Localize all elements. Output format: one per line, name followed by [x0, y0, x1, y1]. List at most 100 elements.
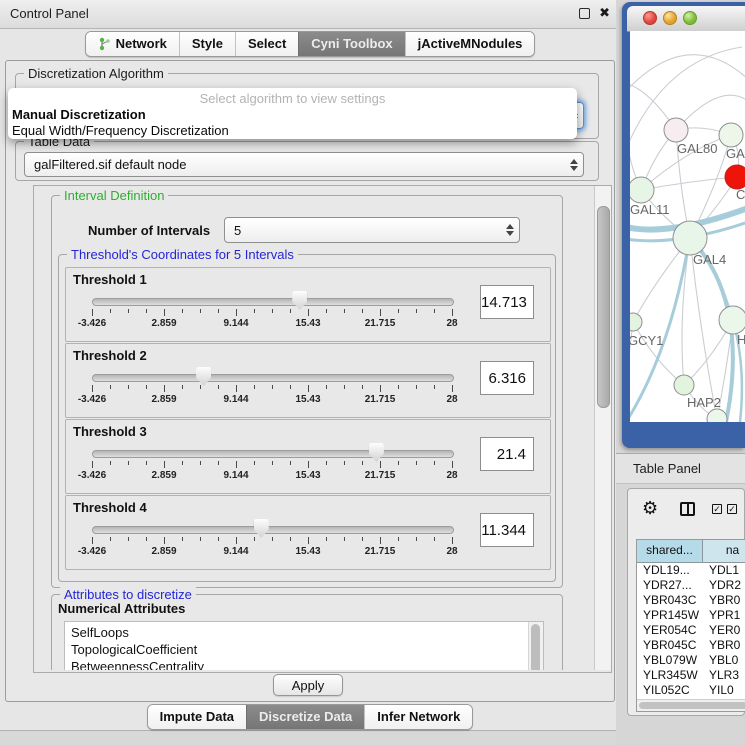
table-data-select[interactable]: galFiltered.sif default node [24, 152, 584, 177]
threshold-panel-1: Threshold 1-3.4262.8599.14415.4321.71528… [65, 267, 551, 342]
interval-definition-title: Interval Definition [60, 188, 168, 203]
tick-label: 2.859 [151, 470, 176, 481]
tick-label: 28 [446, 546, 457, 557]
table-row[interactable]: YDL19...YDL1 [637, 563, 745, 578]
table-row[interactable]: YBL079WYBL0 [637, 653, 745, 668]
slider-track[interactable] [92, 298, 454, 306]
table-row[interactable]: YER054CYER0 [637, 623, 745, 638]
node-label: H [737, 332, 745, 347]
tab-select[interactable]: Select [235, 32, 298, 56]
dropdown-option-manual[interactable]: Manual Discretization [8, 107, 577, 123]
slider-handle[interactable] [196, 367, 211, 386]
network-canvas[interactable]: GAL80GACGAL11GAL4GCY1HHAP2 [630, 31, 745, 422]
threshold-value-field[interactable]: 21.4 [480, 437, 534, 471]
minimize-traffic-light-icon[interactable] [663, 11, 677, 25]
tick-label: 28 [446, 470, 457, 481]
threshold-panel-4: Threshold 4-3.4262.8599.14415.4321.71528… [65, 495, 551, 570]
algorithm-group-title: Discretization Algorithm [24, 66, 168, 81]
table-cell: YBR0 [703, 593, 745, 608]
network-node[interactable] [719, 123, 743, 147]
table-cell: YIL052C [637, 683, 703, 698]
horizontal-scrollbar[interactable] [637, 699, 745, 711]
table-data-group: Table Data galFiltered.sif default node [15, 141, 599, 181]
tick-label: 9.144 [223, 470, 248, 481]
tick-label: 9.144 [223, 394, 248, 405]
slider-tick-labels: -3.4262.8599.14415.4321.71528 [92, 470, 452, 482]
dropdown-option-equal-width[interactable]: Equal Width/Frequency Discretization [8, 123, 577, 139]
tab-impute-data[interactable]: Impute Data [148, 705, 246, 729]
node-label: C [736, 187, 745, 202]
thresholds-group: Threshold's Coordinates for 5 Intervals … [58, 254, 556, 582]
slider-handle[interactable] [254, 519, 269, 538]
split-columns-icon[interactable] [680, 502, 695, 516]
table-row[interactable]: YLR345WYLR3 [637, 668, 745, 683]
threshold-value-field[interactable]: 14.713 [480, 285, 534, 319]
scrollbar-thumb[interactable] [597, 206, 610, 408]
close-traffic-light-icon[interactable] [643, 11, 657, 25]
table-panel-titlebar: Table Panel [616, 453, 745, 484]
tick-label: 2.859 [151, 546, 176, 557]
vertical-scrollbar[interactable] [594, 186, 611, 670]
threshold-label: Threshold 3 [73, 424, 147, 439]
threshold-value-field[interactable]: 11.344 [480, 513, 534, 547]
table-row[interactable]: YBR045CYBR0 [637, 638, 745, 653]
tick-label: 21.715 [365, 318, 396, 329]
bottom-tabstrip: Impute DataDiscretize DataInfer Network [0, 704, 620, 730]
threshold-value-field[interactable]: 6.316 [480, 361, 534, 395]
tab-style[interactable]: Style [179, 32, 235, 56]
table-cell: YBR0 [703, 638, 745, 653]
slider-track[interactable] [92, 526, 454, 534]
tab-network[interactable]: Network [86, 32, 179, 56]
network-node[interactable] [674, 375, 694, 395]
tab-infer-network[interactable]: Infer Network [364, 705, 472, 729]
listbox-scrollbar[interactable] [528, 622, 543, 670]
attributes-listbox[interactable]: SelfLoopsTopologicalCoefficientBetweenne… [64, 621, 544, 670]
slider-track[interactable] [92, 374, 454, 382]
apply-button[interactable]: Apply [273, 674, 343, 696]
tick-label: 15.43 [295, 546, 320, 557]
tick-label: 15.43 [295, 318, 320, 329]
gear-icon[interactable]: ⚙ [642, 498, 658, 519]
table-panel: ⚙ ✓ ✓ shared... na YDL19...YDL1YDR27...Y… [627, 488, 745, 716]
tick-label: -3.426 [78, 470, 106, 481]
table-cell: YBL079W [637, 653, 703, 668]
table-row[interactable]: YIL052CYIL0 [637, 683, 745, 698]
scrollbar-thumb[interactable] [639, 702, 745, 709]
network-node[interactable] [707, 409, 727, 422]
network-node[interactable] [673, 221, 707, 255]
zoom-traffic-light-icon[interactable] [683, 11, 697, 25]
slider-track[interactable] [92, 450, 454, 458]
table-row[interactable]: YDR27...YDR2 [637, 578, 745, 593]
network-node[interactable] [719, 306, 745, 334]
num-intervals-spinner[interactable]: 5 [224, 217, 520, 243]
attribute-item-topologicalcoefficient[interactable]: TopologicalCoefficient [71, 641, 543, 658]
tab-cyni-toolbox[interactable]: Cyni Toolbox [298, 32, 404, 56]
column-header-name[interactable]: na [703, 540, 745, 562]
network-node[interactable] [630, 177, 654, 203]
node-attribute-table: shared... na YDL19...YDL1YDR27...YDR2YBR… [636, 539, 745, 712]
checkbox-icon[interactable]: ✓ [712, 504, 722, 514]
num-intervals-label: Number of Intervals [88, 223, 210, 238]
slider-handle[interactable] [369, 443, 384, 462]
column-header-shared[interactable]: shared... [637, 540, 703, 562]
network-node[interactable] [630, 313, 642, 331]
panel-title: Control Panel [10, 6, 89, 21]
table-row[interactable]: YPR145WYPR1 [637, 608, 745, 623]
tab-discretize-data[interactable]: Discretize Data [246, 705, 364, 729]
tick-label: 28 [446, 394, 457, 405]
table-row[interactable]: YBR043CYBR0 [637, 593, 745, 608]
node-label: GA [726, 146, 745, 161]
close-icon[interactable]: ✖ [599, 5, 610, 21]
slider-handle[interactable] [292, 291, 307, 310]
attributes-group-title: Attributes to discretize [60, 587, 196, 602]
attribute-item-selfloops[interactable]: SelfLoops [71, 624, 543, 641]
attribute-item-betweennesscentrality[interactable]: BetweennessCentrality [71, 658, 543, 670]
float-window-icon[interactable] [579, 8, 590, 19]
network-node[interactable] [725, 165, 745, 189]
table-toolbar: ⚙ ✓ ✓ [628, 495, 744, 527]
table-cell: YDR2 [703, 578, 745, 593]
checkbox-icon[interactable]: ✓ [727, 504, 737, 514]
network-node[interactable] [664, 118, 688, 142]
spinner-arrows-icon [501, 224, 519, 236]
tab-jactivemnodules[interactable]: jActiveMNodules [405, 32, 535, 56]
